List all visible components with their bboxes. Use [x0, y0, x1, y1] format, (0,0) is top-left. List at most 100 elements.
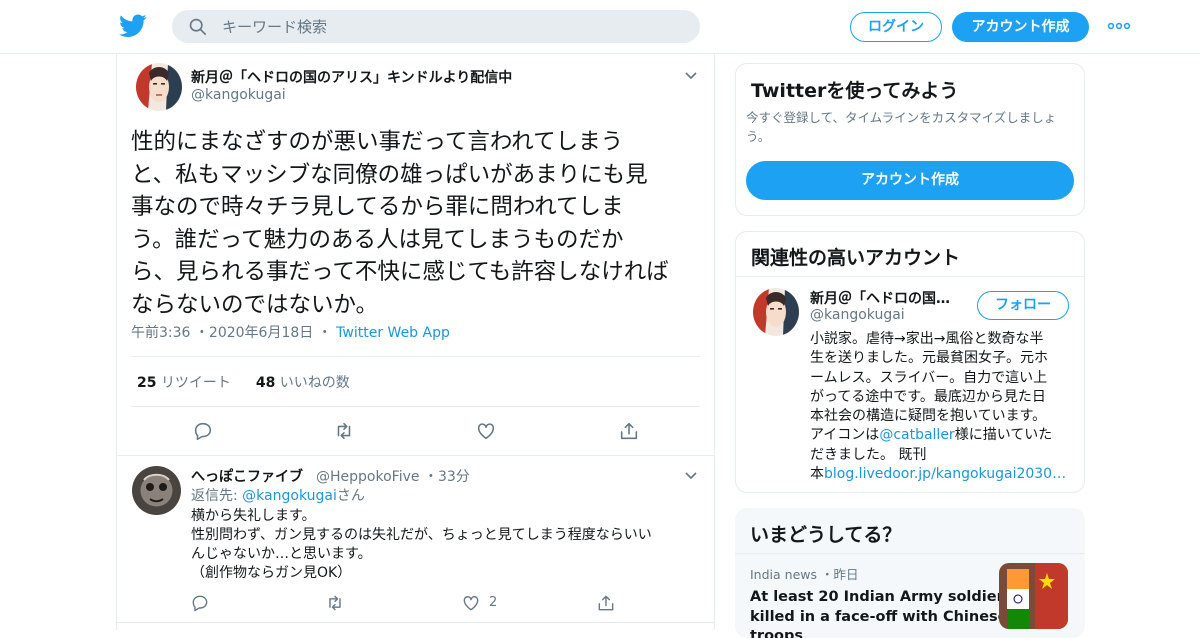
reply-time[interactable]: 33分 [438, 469, 470, 485]
whats-happening-card: いまどうしてる？ India news ・昨日 At least 20 Indi… [735, 508, 1085, 638]
headline-line: killed in a face-off with Chinese [750, 608, 1008, 625]
tweet-author-handle[interactable]: @kangokugai [191, 87, 286, 103]
bio-line: アイコンは@catballer様に描いていた [810, 426, 1072, 445]
bio-url-link[interactable]: blog.livedoor.jp/kangokugai2030… [824, 466, 1066, 482]
reply-text: 横から失礼します。 性別問わず、ガン見するのは失礼だが、ちょっと見てしまう程度な… [191, 507, 652, 583]
search-box [172, 10, 700, 43]
headline-line: At least 20 Indian Army soldiers [750, 589, 1013, 605]
bio-line: 小説家。虐待→家出→風俗と数奇な半 [810, 331, 1044, 347]
tweet-timeline: 新月＠「ヘドロの国のアリス」キンドルより配信中 @kangokugai 性的にま… [116, 54, 715, 630]
news-flag-image [999, 563, 1068, 629]
top-navigation-bar: ログイン アカウント作成 [0, 0, 1200, 54]
follow-button[interactable]: フォロー [977, 291, 1069, 320]
like-stat[interactable]: 48 いいねの数 [256, 375, 350, 391]
login-button[interactable]: ログイン [850, 12, 942, 42]
reply-author-avatar-image [132, 466, 181, 515]
card-title: 関連性の高いアカウント [751, 247, 961, 269]
tweet-text-line: 性的にまなざすのが悪い事だって言われてしまう [131, 129, 624, 155]
heart-icon[interactable] [461, 593, 481, 613]
like-count: 48 [255, 375, 276, 391]
card-title: いまどうしてる？ [750, 524, 902, 546]
account-bio: 小説家。虐待→家出→風俗と数奇な半 生を送りました。元最貧困女子。元ホ ームレス… [810, 330, 1072, 484]
signup-prompt-card: Twitterを使ってみよう 今すぐ登録して、タイムラインをカスタマイズしましょ… [735, 63, 1085, 216]
signup-button[interactable]: アカウント作成 [746, 161, 1074, 200]
reply-to-label: 返信先: [191, 488, 243, 504]
reply-text-line: （創作物ならガン見OK） [191, 565, 352, 581]
tweet-text-line: ら、見られる事だって不快に感じても許容しなければ [131, 259, 669, 285]
tweet-text-line: 事なので時々チラ見してるから罪に問われてしま [131, 194, 624, 220]
retweet-count: 25 [137, 375, 157, 391]
bio-line: がってる途中です。最底辺から見た日 [810, 388, 1046, 405]
reply-to-suffix: さん [336, 488, 365, 504]
more-options-icon[interactable] [1107, 19, 1131, 33]
bio-line: 本blog.livedoor.jp/kangokugai2030… [810, 465, 1072, 484]
divider [736, 276, 1084, 277]
headline-line: troops [750, 628, 804, 638]
chevron-down-icon[interactable] [684, 471, 698, 481]
signup-button[interactable]: アカウント作成 [952, 12, 1089, 42]
avatar[interactable] [132, 466, 181, 515]
bio-text: 本 [810, 466, 824, 483]
like-label: いいねの数 [279, 375, 350, 391]
reply-like-count: 2 [489, 595, 498, 610]
tweet-metadata: 午前3:36 ・2020年6月18日 ・ Twitter Web App [131, 322, 450, 342]
tweet-text-line: う。誰だって魅力のある人は見てしまうものだか [131, 226, 624, 253]
meta-dot: ・ [817, 567, 834, 582]
reply-to-handle-link[interactable]: @kangokugai [242, 488, 337, 504]
trend-item[interactable]: India news ・昨日 At least 20 Indian Army s… [750, 564, 1013, 638]
related-accounts-card: 関連性の高いアカウント 新月＠「ヘドロの国… @kangokugai フォロー … [735, 231, 1085, 493]
reply-author-name[interactable]: へっぽこファイブ [191, 466, 303, 486]
avatar[interactable] [136, 63, 182, 111]
retweet-icon[interactable] [325, 593, 345, 613]
bio-text: 様に描いていた [954, 427, 1053, 444]
retweet-label: リツイート [160, 375, 231, 391]
bio-line: だきました。 既刊 [810, 446, 927, 463]
tweet-text-line: と、私もマッシブな同僚の雄っぱいがあまりにも見 [131, 161, 648, 188]
reply-icon[interactable] [190, 593, 210, 613]
heart-icon[interactable] [475, 420, 497, 442]
trend-time: 昨日 [833, 567, 859, 582]
trend-source: India news [750, 567, 817, 582]
meta-dot: ・ [313, 325, 337, 341]
twitter-bird-logo-icon[interactable] [119, 13, 147, 39]
retweet-icon[interactable] [333, 420, 355, 442]
reply-author-handle[interactable]: @HeppokoFive [316, 469, 419, 485]
divider [131, 356, 700, 357]
author-avatar-image [136, 63, 182, 111]
trend-headline: At least 20 Indian Army soldiers killed … [750, 588, 1013, 638]
divider [117, 622, 714, 623]
bio-text: アイコンは [810, 427, 880, 444]
avatar[interactable] [753, 288, 799, 336]
share-icon[interactable] [618, 420, 640, 442]
trend-thumbnail[interactable] [999, 563, 1068, 629]
meta-dot: ・ [419, 469, 438, 485]
retweet-stat[interactable]: 25 リツイート [137, 375, 231, 391]
card-title: Twitterを使ってみよう [751, 80, 959, 102]
account-name[interactable]: 新月＠「ヘドロの国… [810, 288, 950, 308]
reply-to-line: 返信先: @kangokugaiさん [191, 487, 365, 506]
search-icon [189, 18, 207, 36]
share-icon[interactable] [596, 593, 616, 613]
reply-icon[interactable] [192, 420, 214, 442]
tweet-stats: 25 リツイート 48 いいねの数 [137, 372, 350, 392]
meta-dot: ・ [190, 325, 209, 341]
reply-text-line: んじゃないか…と思います。 [191, 546, 372, 562]
account-avatar-image [753, 288, 799, 336]
tweet-text-line: ならないのではないか。 [131, 291, 379, 318]
reply-text-line: 性別問わず、ガン見するのは失礼だが、ちょっと見てしまう程度ならいい [191, 527, 652, 543]
divider [131, 406, 700, 407]
reply-text-line: 横から失礼します。 [191, 508, 316, 524]
reply-author-meta: @HeppokoFive ・33分 [316, 466, 470, 486]
search-input[interactable] [222, 10, 682, 43]
chevron-down-icon[interactable] [684, 71, 698, 81]
divider [735, 553, 1085, 554]
card-subtitle: 今すぐ登録して、タイムラインをカスタマイズしましょう。 [746, 110, 1057, 144]
tweet-text: 性的にまなざすのが悪い事だって言われてしまう と、私もマッシブな同僚の雄っぱいが… [131, 126, 706, 321]
tweet-author-name[interactable]: 新月＠「ヘドロの国のアリス」キンドルより配信中 [191, 67, 512, 87]
tweet-time: 午前3:36 [131, 325, 191, 341]
account-handle[interactable]: @kangokugai [810, 307, 905, 323]
tweet-source-link[interactable]: Twitter Web App [336, 325, 450, 341]
bio-line: 本社会の構造に疑問を抱いています。 [810, 408, 1047, 425]
bio-mention-link[interactable]: @catballer [879, 427, 954, 443]
bio-line: 生を送りました。元最貧困女子。元ホ [810, 350, 1048, 367]
